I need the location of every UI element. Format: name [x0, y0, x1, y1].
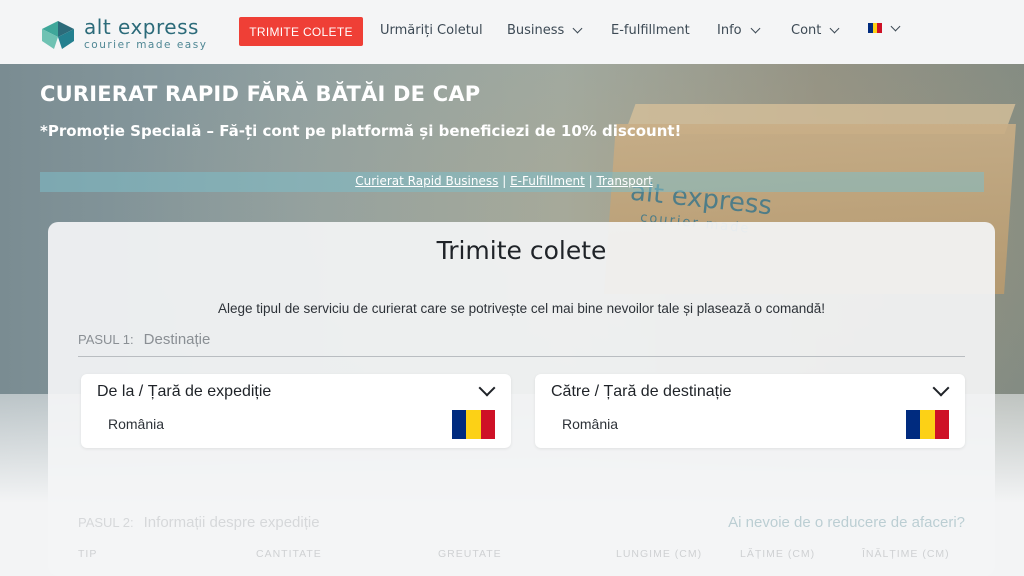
form-title: Trimite colete — [436, 236, 607, 265]
send-parcels-form: Trimite colete Alege tipul de serviciu d… — [48, 222, 995, 576]
flag-romania-icon — [452, 410, 495, 439]
nav-business-label: Business — [507, 23, 565, 38]
link-separator: | — [502, 174, 511, 188]
nav-efulfillment[interactable]: E-fulfillment — [611, 23, 690, 38]
col-quantity: CANTITATE — [256, 548, 322, 560]
nav-track-parcel[interactable]: Urmăriți Coletul — [380, 23, 483, 38]
col-type: TIP — [78, 548, 98, 560]
nav-account-label: Cont — [791, 23, 822, 38]
step-2-name: Informații despre expediție — [143, 514, 320, 531]
send-parcels-button[interactable]: TRIMITE COLETE — [239, 17, 363, 46]
step-1-header: PASUL 1: Destinație — [78, 331, 210, 348]
form-subtitle: Alege tipul de serviciu de curierat care… — [217, 301, 826, 316]
flag-romania-icon — [906, 410, 949, 439]
step-1-divider — [78, 356, 965, 357]
col-height: ÎNĂLȚIME (CM) — [862, 548, 950, 560]
origin-country-select[interactable]: De la / Țară de expediție România — [81, 374, 511, 448]
chevron-down-icon — [478, 379, 496, 397]
nav-efulfillment-label: E-fulfillment — [611, 23, 690, 38]
col-length: LUNGIME (CM) — [616, 548, 703, 560]
business-discount-link[interactable]: Ai nevoie de o reducere de afaceri? — [728, 514, 965, 531]
hero-links: Curierat Rapid Business | E-Fulfillment … — [0, 174, 1008, 188]
flag-romania-icon — [868, 23, 883, 33]
nav-business[interactable]: Business — [507, 23, 583, 38]
nav-track-parcel-label: Urmăriți Coletul — [380, 23, 483, 38]
logo-name: alt express — [84, 15, 199, 40]
col-weight: GREUTATE — [438, 548, 502, 560]
chevron-down-icon — [932, 379, 950, 397]
destination-country-label: Către / Țară de destinație — [551, 383, 732, 400]
hero-promo: *Promoție Specială – Fă-ți cont pe platf… — [40, 122, 682, 140]
link-transport[interactable]: Transport — [596, 174, 652, 188]
hero-title: CURIERAT RAPID FĂRĂ BĂTĂI DE CAP — [40, 82, 481, 106]
logo[interactable]: alt express courier made easy — [40, 14, 210, 54]
nav-account[interactable]: Cont — [791, 23, 840, 38]
step-1-name: Destinație — [143, 331, 211, 348]
step-2-header: PASUL 2: Informații despre expediție — [78, 514, 320, 531]
language-selector[interactable] — [868, 21, 901, 33]
nav-info[interactable]: Info — [717, 23, 761, 38]
origin-country-value: România — [108, 416, 165, 432]
col-width: LĂȚIME (CM) — [740, 548, 816, 560]
origin-country-label: De la / Țară de expediție — [97, 383, 272, 400]
chevron-down-icon — [890, 21, 901, 31]
link-efulfillment[interactable]: E-Fulfillment — [510, 174, 585, 188]
nav-info-label: Info — [717, 23, 742, 38]
chevron-down-icon — [829, 23, 840, 34]
chevron-down-icon — [750, 23, 761, 34]
destination-country-select[interactable]: Către / Țară de destinație România — [535, 374, 965, 448]
chevron-down-icon — [572, 23, 583, 34]
step-1-prefix: PASUL 1: — [78, 332, 134, 347]
link-business-courier[interactable]: Curierat Rapid Business — [355, 174, 498, 188]
destination-country-value: România — [562, 416, 619, 432]
step-2-prefix: PASUL 2: — [78, 515, 134, 530]
logo-mark-icon — [40, 15, 78, 53]
site-header: alt express courier made easy TRIMITE CO… — [0, 0, 1024, 64]
logo-tagline: courier made easy — [84, 39, 208, 52]
